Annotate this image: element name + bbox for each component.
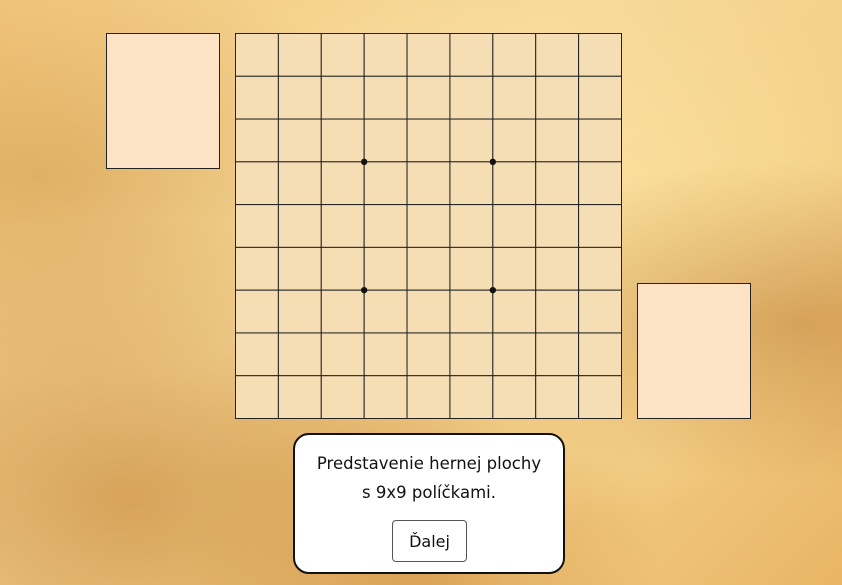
board-cell[interactable] [235, 332, 279, 377]
board-cell[interactable] [406, 161, 451, 206]
board-cell[interactable] [363, 33, 408, 77]
board-cell[interactable] [277, 118, 322, 163]
dialog-message: Predstavenie hernej plochy s 9x9 políčka… [316, 454, 542, 502]
board-cell[interactable] [492, 118, 537, 163]
board-cell[interactable] [578, 161, 622, 206]
star-point [489, 286, 497, 294]
star-point [360, 158, 368, 166]
board-cell[interactable] [406, 118, 451, 163]
board-cell[interactable] [578, 33, 622, 77]
board-cell[interactable] [492, 332, 537, 377]
board-cell[interactable] [320, 204, 365, 248]
board-cell[interactable] [277, 75, 322, 120]
board-cell[interactable] [320, 289, 365, 334]
board-cell[interactable] [492, 204, 537, 248]
board-cell[interactable] [492, 375, 537, 419]
board-cell[interactable] [578, 289, 622, 334]
board-cell[interactable] [492, 33, 537, 77]
board-cell[interactable] [535, 161, 580, 206]
board-cell[interactable] [449, 246, 494, 291]
board-cell[interactable] [535, 375, 580, 419]
board-cell[interactable] [535, 289, 580, 334]
board-cell[interactable] [578, 246, 622, 291]
board-cell[interactable] [449, 118, 494, 163]
board-cell[interactable] [235, 75, 279, 120]
board-cell[interactable] [320, 75, 365, 120]
board-cell[interactable] [363, 204, 408, 248]
board-cell[interactable] [277, 332, 322, 377]
board-cell[interactable] [406, 246, 451, 291]
board-cell[interactable] [363, 289, 408, 334]
board-cell[interactable] [277, 375, 322, 419]
board-cell[interactable] [406, 289, 451, 334]
board-cell[interactable] [449, 161, 494, 206]
board-cell[interactable] [277, 204, 322, 248]
board-cell[interactable] [449, 289, 494, 334]
board-cell[interactable] [578, 375, 622, 419]
board-cell[interactable] [277, 161, 322, 206]
board-cell[interactable] [535, 332, 580, 377]
board-cell[interactable] [449, 332, 494, 377]
board-cell[interactable] [363, 161, 408, 206]
board-cell[interactable] [235, 118, 279, 163]
board-cell[interactable] [320, 161, 365, 206]
board-cell[interactable] [406, 204, 451, 248]
right-stone-bowl[interactable] [637, 283, 751, 419]
board-cell[interactable] [535, 204, 580, 248]
star-point [360, 286, 368, 294]
board-cell[interactable] [406, 375, 451, 419]
board-cell[interactable] [492, 246, 537, 291]
board-cell[interactable] [235, 33, 279, 77]
board-cell[interactable] [363, 75, 408, 120]
board-cell[interactable] [492, 161, 537, 206]
board-cell[interactable] [492, 289, 537, 334]
board-cell[interactable] [406, 332, 451, 377]
board-cell[interactable] [449, 204, 494, 248]
board-cell[interactable] [406, 33, 451, 77]
board-cell[interactable] [535, 75, 580, 120]
board-cell[interactable] [535, 33, 580, 77]
star-point [489, 158, 497, 166]
board-cell[interactable] [449, 75, 494, 120]
board-cell[interactable] [363, 375, 408, 419]
board-cell[interactable] [235, 375, 279, 419]
board-cell[interactable] [277, 33, 322, 77]
board-cell[interactable] [578, 118, 622, 163]
board-cell[interactable] [578, 332, 622, 377]
board-cell[interactable] [320, 33, 365, 77]
board-cell[interactable] [277, 289, 322, 334]
board-cell[interactable] [320, 332, 365, 377]
board-cell[interactable] [320, 246, 365, 291]
board-cell[interactable] [320, 375, 365, 419]
next-button[interactable]: Ďalej [392, 520, 467, 562]
board-cell[interactable] [235, 161, 279, 206]
board-cell[interactable] [363, 246, 408, 291]
board-cell[interactable] [492, 75, 537, 120]
board-cell[interactable] [363, 332, 408, 377]
left-stone-bowl[interactable] [106, 33, 220, 169]
board-cell[interactable] [578, 204, 622, 248]
board-cell[interactable] [277, 246, 322, 291]
game-board[interactable] [235, 33, 622, 419]
board-cell[interactable] [535, 246, 580, 291]
board-cell[interactable] [406, 75, 451, 120]
board-cell[interactable] [578, 75, 622, 120]
board-cell[interactable] [235, 246, 279, 291]
board-cell[interactable] [320, 118, 365, 163]
board-cell[interactable] [363, 118, 408, 163]
info-dialog: Predstavenie hernej plochy s 9x9 políčka… [293, 433, 565, 574]
board-cell[interactable] [235, 289, 279, 334]
board-cell[interactable] [535, 118, 580, 163]
board-cell[interactable] [235, 204, 279, 248]
board-cell[interactable] [449, 375, 494, 419]
board-cell[interactable] [449, 33, 494, 77]
